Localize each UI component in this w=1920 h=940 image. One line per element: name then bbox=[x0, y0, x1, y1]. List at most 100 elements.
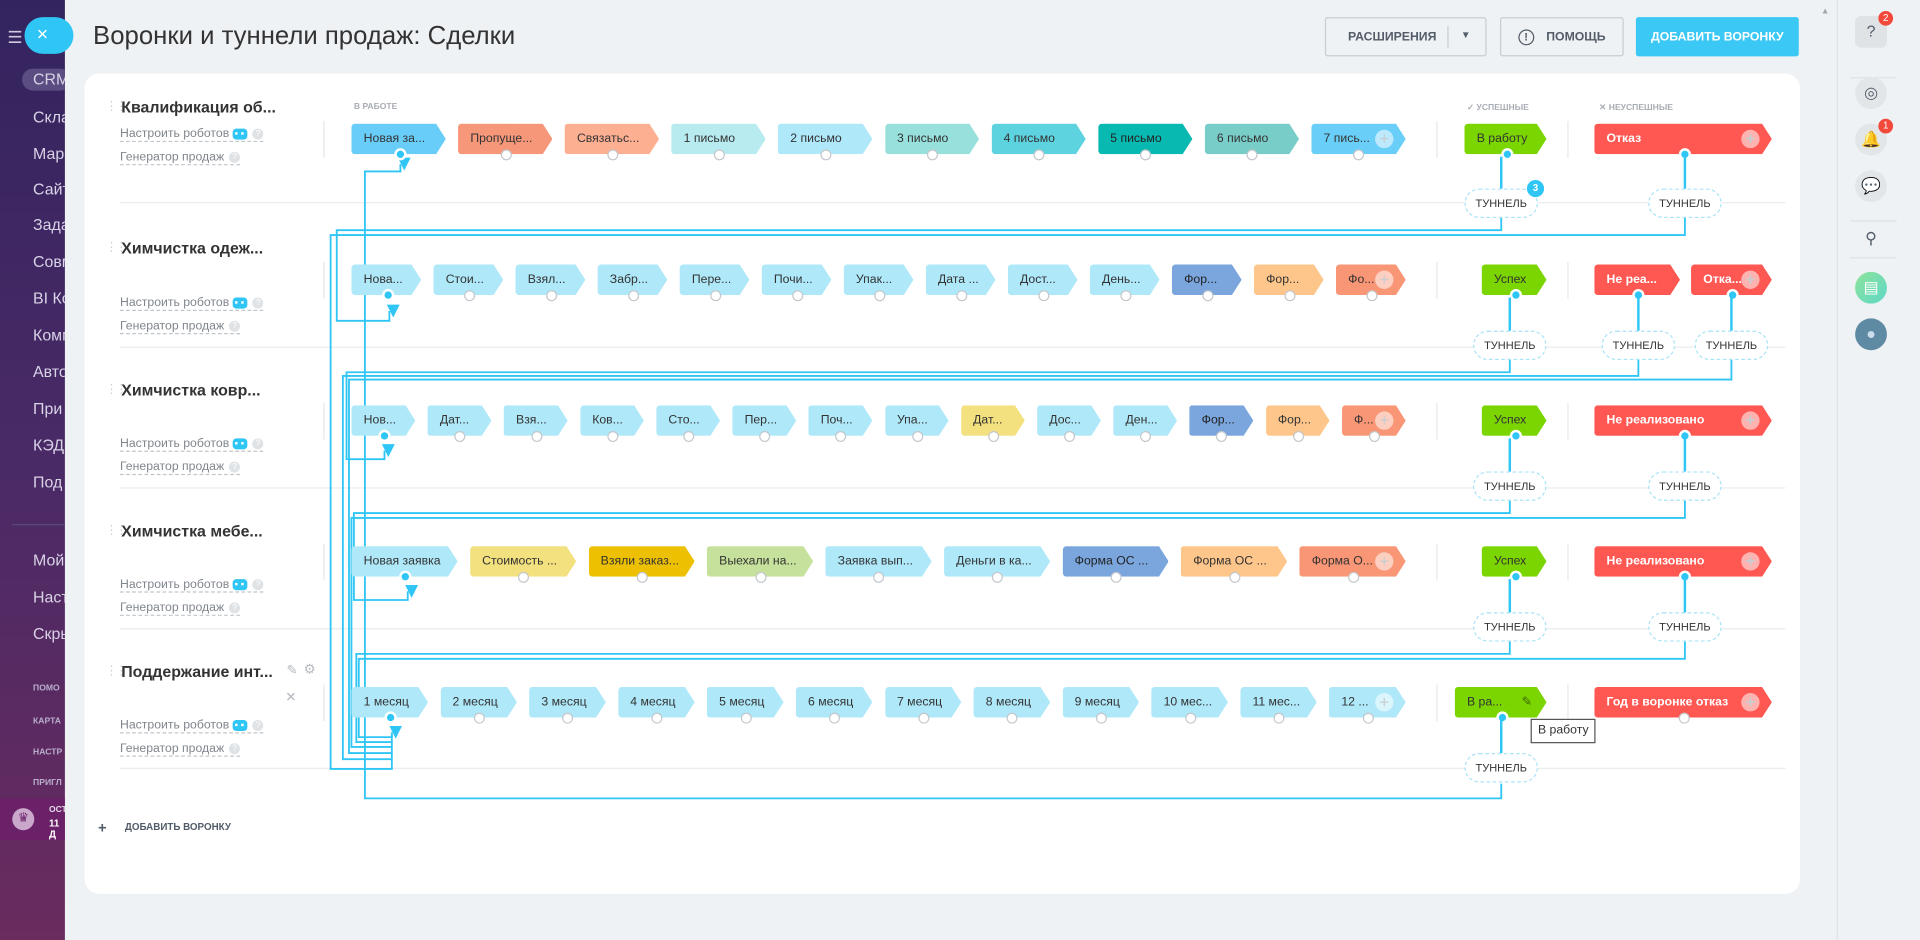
connector-dot[interactable] bbox=[1119, 290, 1131, 302]
connector-dot[interactable] bbox=[607, 149, 619, 161]
tunnel-button[interactable]: ТУННЕЛЬ 3 bbox=[1464, 180, 1545, 218]
stage[interactable]: Фор... bbox=[1254, 264, 1324, 302]
stage[interactable]: Дос... bbox=[1037, 405, 1101, 443]
stage[interactable]: Новая заявка bbox=[351, 546, 457, 583]
add-stage-icon[interactable]: + bbox=[1375, 270, 1394, 289]
connector-dot[interactable] bbox=[463, 290, 475, 302]
connector-dot[interactable] bbox=[873, 290, 885, 302]
stage[interactable]: Деньги в ка... bbox=[944, 546, 1050, 583]
stage[interactable]: 1 письмо bbox=[671, 124, 765, 161]
stage[interactable]: 4 месяц bbox=[618, 687, 695, 724]
connector-dot[interactable] bbox=[500, 149, 512, 161]
stage[interactable]: 7 пись... + bbox=[1311, 124, 1405, 161]
stage[interactable]: 5 письмо bbox=[1098, 124, 1192, 161]
tunnel-button[interactable]: ТУННЕЛЬ bbox=[1648, 471, 1722, 501]
stage[interactable]: Связатьс... bbox=[565, 124, 659, 161]
connector-dot[interactable] bbox=[381, 288, 394, 302]
stage[interactable]: Ф... + bbox=[1342, 405, 1406, 443]
stage[interactable]: Заявка вып... bbox=[825, 546, 931, 583]
connector-dot[interactable] bbox=[683, 431, 695, 443]
tunnel-button[interactable]: ТУННЕЛЬ bbox=[1648, 612, 1722, 642]
connector-dot[interactable] bbox=[1362, 712, 1374, 724]
stage[interactable]: Забр... bbox=[598, 264, 668, 302]
stage[interactable]: 12 ... + bbox=[1329, 687, 1406, 724]
connector-dot[interactable] bbox=[713, 149, 725, 161]
connector-dot[interactable] bbox=[636, 571, 648, 583]
tunnel-button[interactable]: ТУННЕЛЬ bbox=[1473, 612, 1547, 642]
connector-dot[interactable] bbox=[607, 431, 619, 443]
tunnel-button[interactable]: ТУННЕЛЬ bbox=[1473, 330, 1547, 361]
fail-stage[interactable]: Отка... + bbox=[1691, 264, 1772, 302]
connector-dot[interactable] bbox=[1365, 290, 1377, 302]
add-stage-icon[interactable]: + bbox=[1375, 129, 1394, 149]
success-stage[interactable]: Успех bbox=[1482, 264, 1547, 302]
connector-dot[interactable] bbox=[1110, 571, 1122, 583]
connector-dot[interactable] bbox=[1678, 712, 1690, 724]
add-stage-icon[interactable]: + bbox=[1741, 552, 1760, 571]
stage[interactable]: Новая за... bbox=[351, 124, 445, 161]
connector-dot[interactable] bbox=[709, 290, 721, 302]
connector-dot[interactable] bbox=[1201, 290, 1213, 302]
stage[interactable]: Нов... bbox=[351, 405, 415, 443]
stage[interactable]: Фор... bbox=[1172, 264, 1242, 302]
stage[interactable]: Поч... bbox=[809, 405, 873, 443]
add-stage-icon[interactable]: + bbox=[1741, 411, 1760, 430]
success-stage[interactable]: Успех bbox=[1482, 546, 1547, 583]
tunnel-button[interactable]: ТУННЕЛЬ bbox=[1473, 471, 1547, 501]
connector-dot[interactable] bbox=[627, 290, 639, 302]
connector-dot[interactable] bbox=[918, 712, 930, 724]
stage[interactable]: 5 месяц bbox=[707, 687, 784, 724]
stage[interactable]: Фор... bbox=[1189, 405, 1253, 443]
stage[interactable]: Дат... bbox=[428, 405, 492, 443]
connector-dot[interactable] bbox=[1064, 431, 1076, 443]
fail-stage[interactable]: Не реа... bbox=[1594, 264, 1680, 302]
stage[interactable]: Взя... bbox=[504, 405, 568, 443]
connector-dot[interactable] bbox=[755, 571, 767, 583]
stage[interactable]: Дата ... bbox=[926, 264, 996, 302]
tunnel-button[interactable]: ТУННЕЛЬ bbox=[1694, 330, 1769, 361]
tunnel-button[interactable]: ТУННЕЛЬ bbox=[1648, 188, 1722, 218]
connector-dot[interactable] bbox=[1347, 571, 1359, 583]
fail-stage[interactable]: Не реализовано + bbox=[1594, 546, 1772, 583]
connector-dot[interactable] bbox=[393, 148, 406, 161]
connector-dot[interactable] bbox=[820, 149, 832, 161]
stage[interactable]: Взяли заказ... bbox=[588, 546, 694, 583]
connector-dot[interactable] bbox=[740, 712, 752, 724]
connector-dot[interactable] bbox=[473, 712, 485, 724]
stage[interactable]: 1 месяц bbox=[351, 687, 428, 724]
stage[interactable]: 2 письмо bbox=[778, 124, 872, 161]
stage[interactable]: Выехали на... bbox=[707, 546, 813, 583]
success-stage[interactable]: В ра... ✎ bbox=[1455, 687, 1547, 724]
tunnel-button[interactable]: ТУННЕЛЬ bbox=[1601, 330, 1676, 361]
stage[interactable]: Ков... bbox=[580, 405, 644, 443]
stage[interactable]: Форма ОС ... bbox=[1062, 546, 1168, 583]
add-stage-icon[interactable]: + bbox=[1741, 129, 1760, 149]
connector-dot[interactable] bbox=[791, 290, 803, 302]
fail-stage[interactable]: Не реализовано + bbox=[1594, 405, 1772, 443]
add-stage-icon[interactable]: + bbox=[1741, 692, 1760, 712]
stage[interactable]: Сто... bbox=[656, 405, 720, 443]
connector-dot[interactable] bbox=[1184, 712, 1196, 724]
stage[interactable]: Пропуще... bbox=[458, 124, 552, 161]
add-stage-icon[interactable]: + bbox=[1375, 692, 1394, 712]
fail-stage[interactable]: Отказ + bbox=[1594, 124, 1772, 161]
connector-dot[interactable] bbox=[1037, 290, 1049, 302]
connector-dot[interactable] bbox=[651, 712, 663, 724]
add-stage-icon[interactable]: + bbox=[1375, 411, 1394, 430]
stage[interactable]: Стои... bbox=[433, 264, 503, 302]
connector-dot[interactable] bbox=[1292, 431, 1304, 443]
stage[interactable]: 10 мес... bbox=[1151, 687, 1228, 724]
fail-stage[interactable]: Год в воронке отказ + bbox=[1594, 687, 1772, 724]
stage[interactable]: 6 письмо bbox=[1205, 124, 1299, 161]
connector-dot[interactable] bbox=[1229, 571, 1241, 583]
pencil-icon[interactable]: ✎ bbox=[1522, 687, 1532, 718]
connector-dot[interactable] bbox=[926, 149, 939, 161]
success-stage[interactable]: Успех bbox=[1482, 405, 1547, 443]
stage[interactable]: Ден... bbox=[1113, 405, 1177, 443]
add-stage-icon[interactable]: + bbox=[1375, 552, 1394, 571]
stage[interactable]: Пере... bbox=[680, 264, 750, 302]
connector-dot[interactable] bbox=[545, 290, 557, 302]
connector-dot[interactable] bbox=[987, 431, 999, 443]
stage[interactable]: День... bbox=[1090, 264, 1160, 302]
stage[interactable]: 4 письмо bbox=[991, 124, 1085, 161]
